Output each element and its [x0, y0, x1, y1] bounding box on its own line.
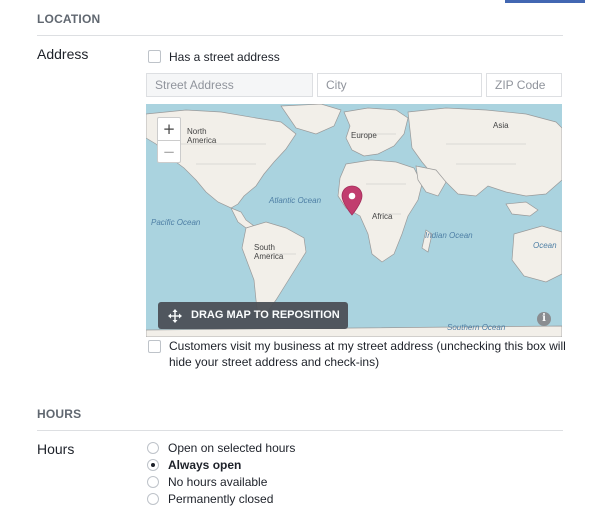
- street-address-checkbox[interactable]: [148, 50, 161, 63]
- drag-map-reposition-button[interactable]: DRAG MAP TO REPOSITION: [158, 302, 348, 329]
- radio-no-hours-available[interactable]: [147, 476, 159, 488]
- hours-section-title: HOURS: [37, 407, 82, 421]
- zoom-controls: + −: [157, 117, 181, 163]
- radio-permanently-closed[interactable]: [147, 493, 159, 505]
- radio-label-always-open[interactable]: Always open: [168, 458, 241, 472]
- location-pin-icon[interactable]: [341, 185, 363, 217]
- street-address-input[interactable]: [146, 73, 313, 97]
- radio-label-permanently-closed[interactable]: Permanently closed: [168, 492, 273, 506]
- hours-label: Hours: [37, 441, 75, 457]
- street-address-checkbox-label[interactable]: Has a street address: [169, 49, 280, 65]
- map-label-ocean: Ocean: [533, 241, 557, 250]
- active-tab-indicator: [505, 0, 585, 3]
- customers-visit-checkbox-label[interactable]: Customers visit my business at my street…: [169, 338, 569, 370]
- radio-label-no-hours-available[interactable]: No hours available: [168, 475, 267, 489]
- location-divider: [37, 35, 563, 36]
- drag-map-reposition-label: DRAG MAP TO REPOSITION: [191, 309, 340, 321]
- move-arrows-icon: [168, 309, 182, 323]
- zoom-out-button[interactable]: −: [158, 140, 180, 162]
- map-label-atlantic-ocean: Atlantic Ocean: [269, 196, 322, 205]
- map-label-indian-ocean: Indian Ocean: [425, 231, 473, 240]
- map-label-pacific-ocean: Pacific Ocean: [151, 218, 201, 227]
- radio-label-open-selected-hours[interactable]: Open on selected hours: [168, 441, 295, 455]
- zoom-in-button[interactable]: +: [158, 118, 180, 140]
- map-label-south-america: South America: [254, 243, 284, 261]
- hours-divider: [37, 430, 563, 431]
- city-input[interactable]: [317, 73, 482, 97]
- customers-visit-checkbox[interactable]: [148, 340, 161, 353]
- map-label-asia: Asia: [493, 121, 509, 130]
- info-icon[interactable]: i: [537, 312, 551, 326]
- radio-always-open[interactable]: [147, 459, 159, 471]
- zip-code-input[interactable]: [486, 73, 562, 97]
- location-section-title: LOCATION: [37, 12, 101, 26]
- map-label-europe: Europe: [351, 131, 377, 140]
- map-label-africa: Africa: [372, 212, 393, 221]
- radio-open-selected-hours[interactable]: [147, 442, 159, 454]
- map-label-southern-ocean: Southern Ocean: [447, 323, 506, 332]
- address-label: Address: [37, 46, 89, 62]
- map-label-north-america: North America: [187, 127, 217, 145]
